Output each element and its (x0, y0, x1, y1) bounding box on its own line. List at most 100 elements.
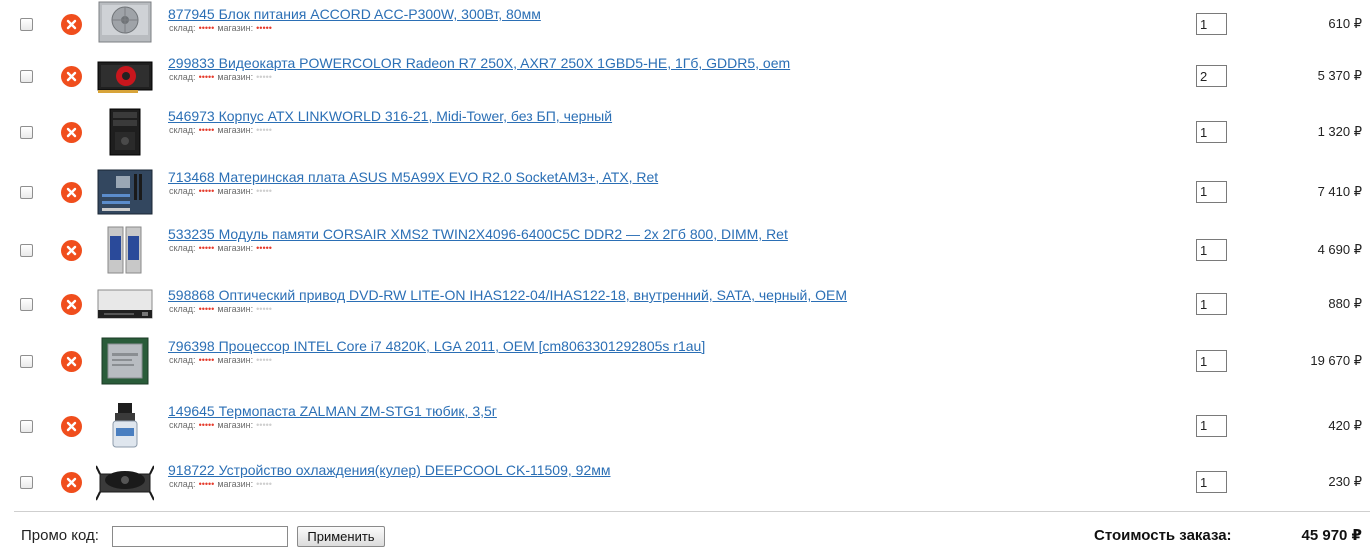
power-supply-icon[interactable] (96, 0, 154, 48)
store-label: магазин: (217, 420, 254, 430)
select-item-checkbox[interactable] (20, 185, 33, 199)
remove-item-button[interactable] (61, 122, 82, 143)
store-label: магазин: (217, 243, 254, 253)
quantity-input[interactable] (1196, 65, 1227, 87)
availability-indicator: склад: ••••• магазин: ••••• (169, 355, 275, 365)
select-item-checkbox[interactable] (20, 476, 33, 489)
store-level-dots: ••••• (256, 420, 272, 430)
product-name-link[interactable]: 796398 Процессор INTEL Core i7 4820K, LG… (168, 338, 705, 354)
select-item-checkbox[interactable] (20, 18, 33, 31)
select-item-checkbox[interactable] (20, 419, 33, 433)
store-label: магазин: (217, 186, 254, 196)
remove-item-button[interactable] (61, 472, 82, 493)
availability-indicator: склад: ••••• магазин: ••••• (169, 243, 275, 253)
product-name-link[interactable]: 149645 Термопаста ZALMAN ZM-STG1 тюбик, … (168, 403, 497, 419)
thermal-paste-icon[interactable] (96, 402, 154, 450)
remove-item-button[interactable] (61, 294, 82, 315)
availability-indicator: склад: ••••• магазин: ••••• (169, 23, 275, 33)
remove-item-button[interactable] (61, 14, 82, 35)
stock-level-dots: ••••• (198, 479, 215, 489)
availability-indicator: склад: ••••• магазин: ••••• (169, 72, 275, 82)
apply-promo-button[interactable]: Применить (297, 526, 385, 547)
pc-case-icon[interactable] (96, 108, 154, 156)
stock-level-dots: ••••• (198, 420, 215, 430)
optical-drive-icon[interactable] (96, 280, 154, 328)
store-level-dots: ••••• (256, 23, 272, 33)
item-price: 230 ₽ (1328, 474, 1362, 489)
stock-label: склад: (169, 479, 196, 489)
remove-item-button[interactable] (61, 351, 82, 372)
stock-label: склад: (169, 355, 196, 365)
quantity-input[interactable] (1196, 350, 1227, 372)
quantity-input[interactable] (1196, 121, 1227, 143)
item-price: 420 ₽ (1328, 417, 1362, 433)
availability-indicator: склад: ••••• магазин: ••••• (169, 186, 275, 196)
store-level-dots: ••••• (256, 186, 272, 196)
stock-level-dots: ••••• (198, 72, 215, 82)
select-item-checkbox[interactable] (20, 298, 33, 311)
quantity-input[interactable] (1196, 293, 1227, 315)
select-item-checkbox[interactable] (20, 126, 33, 139)
stock-label: склад: (169, 243, 196, 253)
item-price: 7 410 ₽ (1317, 183, 1362, 199)
order-total-label: Стоимость заказа: (1094, 527, 1232, 544)
store-label: магазин: (217, 479, 254, 489)
product-name-link[interactable]: 299833 Видеокарта POWERCOLOR Radeon R7 2… (168, 55, 790, 71)
stock-level-dots: ••••• (198, 125, 215, 135)
item-price: 1 320 ₽ (1317, 124, 1362, 139)
product-name-link[interactable]: 546973 Корпус ATX LINKWORLD 316-21, Midi… (168, 108, 612, 124)
select-item-checkbox[interactable] (20, 70, 33, 83)
quantity-input[interactable] (1196, 13, 1227, 35)
stock-label: склад: (169, 23, 196, 33)
memory-module-icon[interactable] (96, 226, 154, 274)
item-price: 5 370 ₽ (1317, 68, 1362, 83)
product-name-link[interactable]: 877945 Блок питания ACCORD ACC-P300W, 30… (168, 6, 541, 22)
promo-code-input[interactable] (112, 526, 288, 547)
quantity-input[interactable] (1196, 414, 1227, 437)
quantity-input[interactable] (1196, 471, 1227, 493)
store-level-dots: ••••• (256, 355, 272, 365)
stock-level-dots: ••••• (198, 186, 215, 196)
stock-level-dots: ••••• (198, 23, 215, 33)
store-level-dots: ••••• (256, 125, 272, 135)
remove-item-button[interactable] (61, 66, 82, 87)
item-price: 880 ₽ (1328, 296, 1362, 311)
stock-label: склад: (169, 125, 196, 135)
availability-indicator: склад: ••••• магазин: ••••• (169, 420, 275, 430)
store-level-dots: ••••• (256, 243, 272, 253)
store-level-dots: ••••• (256, 479, 272, 489)
product-name-link[interactable]: 533235 Модуль памяти CORSAIR XMS2 TWIN2X… (168, 226, 788, 242)
item-price: 4 690 ₽ (1317, 242, 1362, 257)
remove-item-button[interactable] (61, 181, 82, 203)
store-label: магазин: (217, 304, 254, 314)
product-name-link[interactable]: 918722 Устройство охлаждения(кулер) DEEP… (168, 462, 610, 478)
quantity-input[interactable] (1196, 180, 1227, 203)
product-name-link[interactable]: 713468 Материнская плата ASUS M5A99X EVO… (168, 169, 658, 185)
stock-level-dots: ••••• (198, 355, 215, 365)
graphics-card-icon[interactable] (96, 52, 154, 100)
availability-indicator: склад: ••••• магазин: ••••• (169, 125, 275, 135)
store-label: магазин: (217, 125, 254, 135)
product-name-link[interactable]: 598868 Оптический привод DVD-RW LITE-ON … (168, 287, 847, 303)
order-total-value: 45 970 ₽ (1301, 527, 1362, 544)
remove-item-button[interactable] (61, 240, 82, 261)
promo-code-label: Промо код: (21, 527, 99, 544)
store-label: магазин: (217, 355, 254, 365)
processor-icon[interactable] (96, 337, 154, 385)
availability-indicator: склад: ••••• магазин: ••••• (169, 304, 275, 314)
quantity-input[interactable] (1196, 239, 1227, 261)
store-label: магазин: (217, 23, 254, 33)
motherboard-icon[interactable] (96, 168, 154, 216)
store-label: магазин: (217, 72, 254, 82)
item-price: 610 ₽ (1328, 16, 1362, 31)
stock-label: склад: (169, 186, 196, 196)
remove-item-button[interactable] (61, 415, 82, 437)
select-item-checkbox[interactable] (20, 355, 33, 368)
store-level-dots: ••••• (256, 72, 272, 82)
footer-divider (14, 511, 1370, 512)
stock-level-dots: ••••• (198, 243, 215, 253)
select-item-checkbox[interactable] (20, 244, 33, 257)
availability-indicator: склад: ••••• магазин: ••••• (169, 479, 275, 489)
cpu-cooler-icon[interactable] (95, 458, 155, 506)
stock-label: склад: (169, 304, 196, 314)
